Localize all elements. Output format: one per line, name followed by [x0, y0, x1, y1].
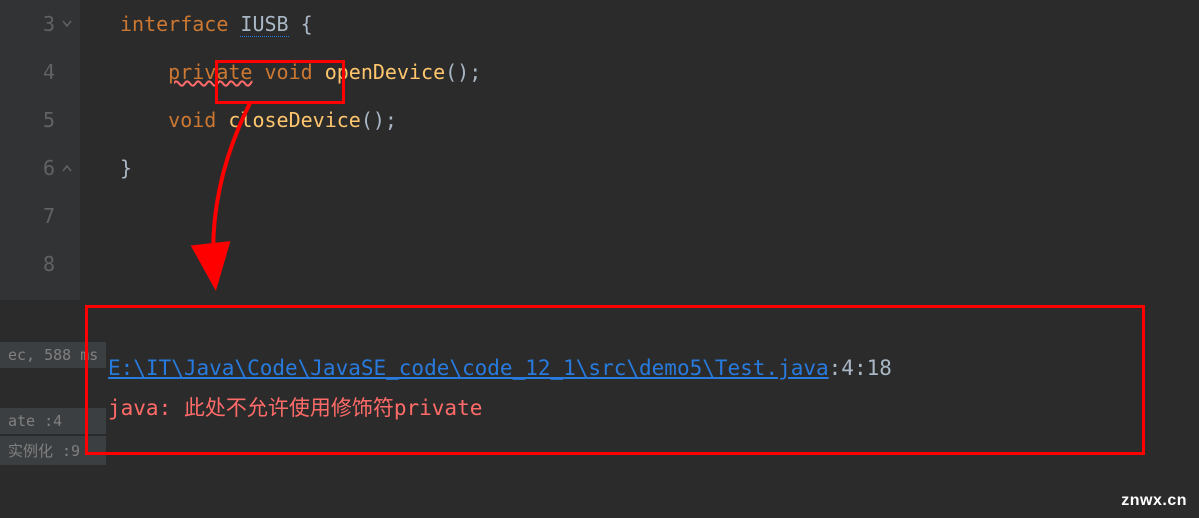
- code-line: [120, 192, 1199, 240]
- line-number: 5: [0, 96, 55, 144]
- console-panel: ec, 588 ms ate :4 实例化 :9 E:\IT\Java\Code…: [0, 300, 1199, 518]
- code-content[interactable]: interface IUSB { private void openDevice…: [80, 0, 1199, 300]
- error-location-line: E:\IT\Java\Code\JavaSE_code\code_12_1\sr…: [108, 348, 1122, 388]
- fold-close-icon[interactable]: [61, 162, 73, 174]
- code-line: [120, 240, 1199, 288]
- fold-open-icon[interactable]: [61, 18, 73, 30]
- code-line: interface IUSB {: [120, 0, 1199, 48]
- code-editor[interactable]: 3 4 5 6 7 8 interface IUSB { private voi…: [0, 0, 1199, 300]
- line-number: 4: [0, 48, 55, 96]
- watermark: znwx.cn: [1121, 492, 1187, 510]
- code-line: }: [120, 144, 1199, 192]
- line-gutter: 3 4 5 6 7 8: [0, 0, 80, 300]
- code-line: void closeDevice();: [120, 96, 1199, 144]
- error-message-line: java: 此处不允许使用修饰符private: [108, 388, 1122, 428]
- annotation-box-error: E:\IT\Java\Code\JavaSE_code\code_12_1\sr…: [85, 305, 1145, 455]
- line-number: 6: [0, 144, 55, 192]
- line-number: 3: [0, 0, 55, 48]
- line-number: 7: [0, 192, 55, 240]
- code-line: private void openDevice();: [120, 48, 1199, 96]
- line-number: 8: [0, 240, 55, 288]
- file-path-link[interactable]: E:\IT\Java\Code\JavaSE_code\code_12_1\sr…: [108, 356, 829, 380]
- line-col: :4:18: [829, 356, 892, 380]
